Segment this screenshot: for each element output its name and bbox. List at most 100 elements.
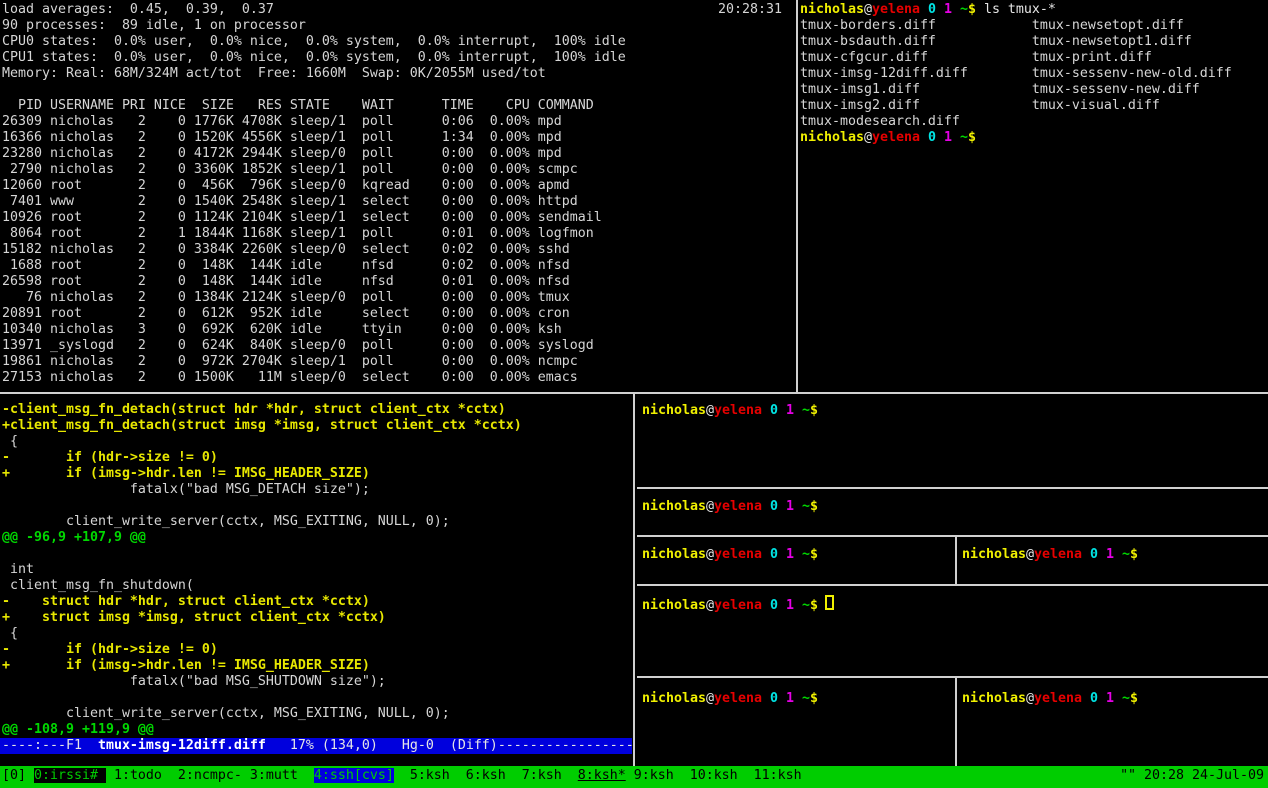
pane-shell-3-left[interactable]: nicholas@yelena 0 1 ~$: [642, 547, 818, 563]
prompt-at: @: [706, 547, 714, 562]
prompt-separator: [920, 130, 928, 145]
prompt-separator: [762, 598, 770, 613]
pane-shell-5-left[interactable]: nicholas@yelena 0 1 ~$: [642, 691, 818, 707]
prompt-user: nicholas: [642, 547, 706, 562]
prompt-separator: [952, 2, 960, 17]
prompt-dollar: $: [810, 547, 818, 562]
diff-context-lines: {: [2, 626, 630, 642]
prompt-user: nicholas: [642, 691, 706, 706]
prompt-separator: [1098, 691, 1106, 706]
pane-border-top-vertical[interactable]: [796, 0, 798, 392]
prompt-field-1: 1: [786, 403, 794, 418]
prompt-separator: [794, 499, 802, 514]
shell-prompt: nicholas@yelena 0 1 ~$: [962, 691, 1138, 706]
prompt-separator: [794, 403, 802, 418]
prompt-separator: [1114, 547, 1122, 562]
prompt-tilde: ~: [1122, 547, 1130, 562]
window-entry-4-ssh-current[interactable]: 4:ssh[cvs]: [314, 768, 394, 783]
diff-context-lines: fatalx("bad MSG_DETACH size"); client_wr…: [2, 482, 630, 530]
prompt-host: yelena: [714, 598, 762, 613]
prompt-tilde: ~: [1122, 691, 1130, 706]
prompt-separator: [778, 403, 786, 418]
window-entry-8-ksh-marked[interactable]: 8:ksh*: [578, 768, 626, 783]
prompt-user: nicholas: [800, 130, 864, 145]
prompt-separator: [794, 691, 802, 706]
prompt-field-0: 0: [928, 2, 936, 17]
top-summary: load averages: 0.45, 0.39, 0.37 90 proce…: [2, 2, 794, 82]
window-entries-group-1[interactable]: 1:todo 2:ncmpc- 3:mutt: [106, 768, 314, 783]
prompt-field-0: 0: [770, 598, 778, 613]
prompt-separator: [1114, 691, 1122, 706]
shell-prompt: nicholas@yelena 0 1 ~$: [642, 499, 818, 514]
diff-hunk-header: @@ -108,9 +119,9 @@: [2, 722, 630, 738]
window-entry-0-irssi-alert[interactable]: 0:irssi#: [34, 768, 106, 783]
pane-border-inner-v1[interactable]: [955, 537, 957, 584]
prompt-separator: [778, 547, 786, 562]
pane-border-inner-h3[interactable]: [637, 584, 1268, 586]
prompt-user: nicholas: [962, 547, 1026, 562]
window-entries-group-2[interactable]: 5:ksh 6:ksh 7:ksh: [394, 768, 578, 783]
window-list: [0] 0:irssi# 1:todo 2:ncmpc- 3:mutt 4:ss…: [2, 768, 802, 784]
prompt-at: @: [1026, 691, 1034, 706]
prompt-host: yelena: [714, 499, 762, 514]
pane-emacs[interactable]: -client_msg_fn_detach(struct hdr *hdr, s…: [2, 402, 630, 738]
prompt-dollar: $: [810, 691, 818, 706]
modeline-separator: [266, 738, 290, 753]
pane-border-inner-h4[interactable]: [637, 676, 1268, 678]
tmux-screen: load averages: 0.45, 0.39, 0.37 90 proce…: [0, 0, 1268, 788]
session-name[interactable]: [0]: [2, 768, 34, 783]
status-bar: [0] 0:irssi# 1:todo 2:ncmpc- 3:mutt 4:ss…: [0, 766, 1268, 788]
prompt-at: @: [1026, 547, 1034, 562]
prompt-host: yelena: [714, 403, 762, 418]
pane-shell-3-right[interactable]: nicholas@yelena 0 1 ~$: [962, 547, 1138, 563]
shell-prompt: nicholas@yelena 0 1 ~$: [800, 2, 976, 17]
shell-command-line: nicholas@yelena 0 1 ~$ ls tmux-*: [800, 2, 1266, 18]
pane-border-inner-v2[interactable]: [955, 678, 957, 766]
prompt-field-0: 0: [1090, 547, 1098, 562]
prompt-host: yelena: [872, 2, 920, 17]
prompt-field-0: 0: [770, 403, 778, 418]
pane-shell-4-active[interactable]: nicholas@yelena 0 1 ~$: [642, 595, 834, 614]
prompt-separator: [762, 547, 770, 562]
prompt-separator: [778, 598, 786, 613]
prompt-dollar: $: [1130, 547, 1138, 562]
prompt-tilde: ~: [802, 598, 810, 613]
pane-border-inner-h2[interactable]: [637, 535, 1268, 537]
prompt-host: yelena: [1034, 547, 1082, 562]
prompt-separator: [1082, 691, 1090, 706]
prompt-tilde: ~: [802, 499, 810, 514]
prompt-dollar: $: [968, 2, 976, 17]
prompt-tilde: ~: [802, 403, 810, 418]
prompt-tilde: ~: [802, 691, 810, 706]
window-entries-group-3[interactable]: 9:ksh 10:ksh 11:ksh: [626, 768, 802, 783]
pane-shell-5-right[interactable]: nicholas@yelena 0 1 ~$: [962, 691, 1138, 707]
prompt-dollar: $: [810, 499, 818, 514]
prompt-tilde: ~: [960, 2, 968, 17]
prompt-dollar: $: [810, 403, 818, 418]
pane-shell-1[interactable]: nicholas@yelena 0 1 ~$: [642, 403, 818, 419]
prompt-at: @: [706, 691, 714, 706]
modeline-prefix: ----:---F1: [2, 738, 98, 753]
prompt-separator: [762, 691, 770, 706]
shell-prompt: nicholas@yelena 0 1 ~$: [642, 403, 818, 418]
pane-top-command[interactable]: load averages: 0.45, 0.39, 0.37 90 proce…: [2, 2, 794, 390]
top-clock: 20:28:31: [718, 2, 782, 18]
top-process-table: 26309 nicholas 2 0 1776K 4708K sleep/1 p…: [2, 114, 602, 386]
diff-hunk-header: @@ -96,9 +107,9 @@: [2, 530, 630, 546]
prompt-at: @: [706, 499, 714, 514]
prompt-host: yelena: [714, 691, 762, 706]
prompt-field-0: 0: [770, 499, 778, 514]
prompt-field-0: 0: [770, 547, 778, 562]
prompt-at: @: [864, 2, 872, 17]
prompt-separator: [794, 547, 802, 562]
pane-border-bottom-vertical[interactable]: [633, 394, 635, 766]
prompt-field-0: 0: [928, 130, 936, 145]
shell-prompt: nicholas@yelena 0 1 ~$: [800, 130, 976, 145]
pane-border-inner-h1[interactable]: [637, 487, 1268, 489]
diff-change-lines: - if (hdr->size != 0) + if (imsg->hdr.le…: [2, 642, 630, 674]
prompt-separator: [1098, 547, 1106, 562]
prompt-separator: [1082, 547, 1090, 562]
pane-shell-2[interactable]: nicholas@yelena 0 1 ~$: [642, 499, 818, 515]
pane-shell-ls[interactable]: nicholas@yelena 0 1 ~$ ls tmux-* tmux-bo…: [800, 2, 1266, 390]
command-text: ls tmux-*: [976, 2, 1056, 17]
